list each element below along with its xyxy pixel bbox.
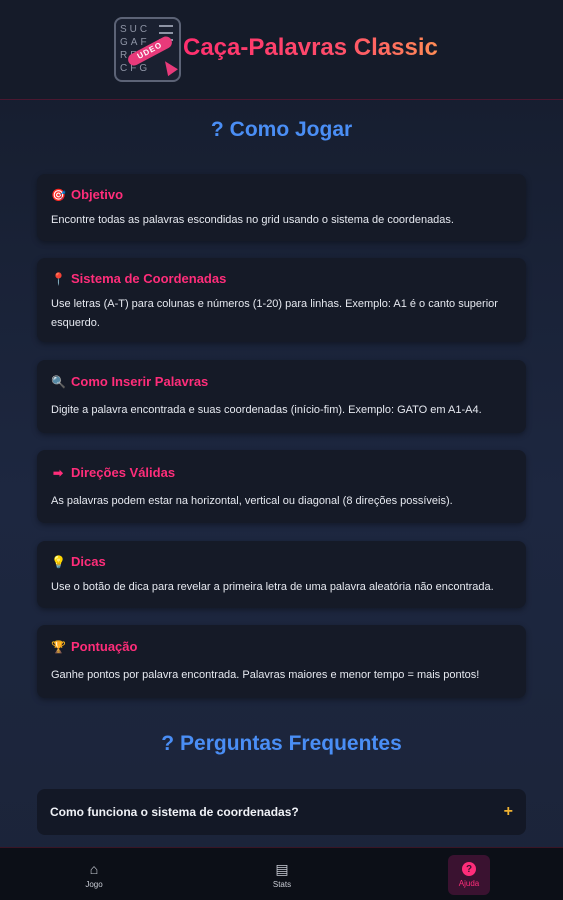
nav-item-jogo[interactable]: ⌂ Jogo [64, 848, 124, 900]
chart-icon: ▤ [275, 860, 289, 877]
card-pontuacao: 🏆 Pontuação Ganhe pontos por palavra enc… [37, 625, 526, 698]
faq-question: Como funciona o sistema de coordenadas? [50, 805, 299, 819]
question-icon: ? [210, 118, 224, 141]
question-icon: ? [161, 732, 175, 755]
card-title-text: Direções Válidas [71, 465, 176, 480]
card-inserir-palavras: 🔍 Como Inserir Palavras Digite a palavra… [37, 360, 526, 433]
card-title: 📍 Sistema de Coordenadas [51, 271, 512, 286]
card-title: 🔍 Como Inserir Palavras [51, 374, 512, 389]
magnifier-icon: 🔍 [51, 374, 66, 389]
card-sistema-coordenadas: 📍 Sistema de Coordenadas Use letras (A-T… [37, 258, 526, 342]
card-title-text: Objetivo [71, 187, 124, 202]
faq-item[interactable]: Como funciona o sistema de coordenadas? … [37, 789, 526, 835]
how-to-play-title: ? Como Jogar [0, 118, 563, 142]
faq-title-text: Perguntas Frequentes [180, 732, 402, 755]
card-title: 💡 Dicas [51, 554, 512, 569]
card-title: 🏆 Pontuação [51, 639, 512, 654]
logo-row: SUC [120, 24, 151, 35]
target-icon: 🎯 [51, 187, 66, 202]
pin-icon: 📍 [51, 271, 66, 286]
app-title: Caça-Palavras Classic [183, 34, 438, 61]
card-text: Ganhe pontos por palavra encontrada. Pal… [51, 669, 480, 681]
how-to-play-title-text: Como Jogar [229, 118, 353, 141]
card-title-text: Pontuação [71, 639, 138, 654]
app-root: SUC GAF RFR CFG UDEO Caça-Palavras Class… [0, 0, 563, 900]
card-objetivo: 🎯 Objetivo Encontre todas as palavras es… [37, 174, 526, 241]
arrow-right-icon: ➡ [52, 465, 64, 480]
bottom-nav: ⌂ Jogo ▤ Stats ? Ajuda [0, 847, 563, 900]
nav-label: Jogo [85, 879, 103, 889]
card-text: Use letras (A-T) para colunas e números … [51, 298, 498, 329]
card-title: 🎯 Objetivo [51, 187, 512, 202]
help-icon: ? [462, 862, 476, 876]
card-title-text: Dicas [71, 554, 106, 569]
card-title-text: Sistema de Coordenadas [71, 271, 227, 286]
nav-item-ajuda[interactable]: ? Ajuda [448, 855, 490, 895]
card-text: Use o botão de dica para revelar a prime… [51, 581, 494, 593]
app-header: SUC GAF RFR CFG UDEO Caça-Palavras Class… [0, 0, 563, 100]
faq-title: ? Perguntas Frequentes [0, 732, 563, 756]
trophy-icon: 🏆 [51, 639, 66, 654]
home-icon: ⌂ [89, 860, 99, 877]
lightbulb-icon: 💡 [51, 554, 66, 569]
card-title: ➡ Direções Válidas [51, 465, 512, 480]
card-direcoes-validas: ➡ Direções Válidas As palavras podem est… [37, 450, 526, 523]
logo-row: CFG [120, 63, 151, 74]
nav-label: Stats [272, 879, 292, 889]
app-logo: SUC GAF RFR CFG UDEO [114, 17, 181, 82]
card-text: Digite a palavra encontrada e suas coord… [51, 404, 482, 416]
nav-item-stats[interactable]: ▤ Stats [252, 848, 312, 900]
card-title-text: Como Inserir Palavras [71, 374, 209, 389]
card-dicas: 💡 Dicas Use o botão de dica para revelar… [37, 541, 526, 608]
plus-icon[interactable]: + [504, 803, 513, 821]
card-text: Encontre todas as palavras escondidas no… [51, 214, 454, 226]
card-text: As palavras podem estar na horizontal, v… [51, 495, 453, 507]
nav-label: Ajuda [458, 879, 480, 888]
